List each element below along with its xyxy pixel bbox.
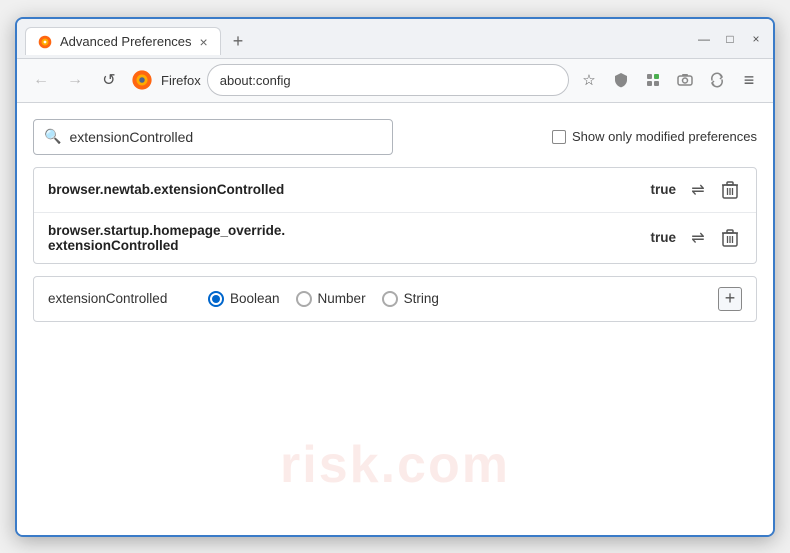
new-pref-name: extensionControlled bbox=[48, 291, 188, 306]
pref-name-1: browser.newtab.extensionControlled bbox=[48, 182, 640, 197]
trash-icon-2[interactable] bbox=[718, 226, 742, 250]
pref-name-wrap-2: browser.startup.homepage_override. exten… bbox=[48, 223, 640, 253]
pref-value-1: true bbox=[650, 182, 676, 197]
content-area: risk.com 🔍 extensionControlled Show only… bbox=[17, 103, 773, 535]
address-bar[interactable]: about:config bbox=[207, 64, 569, 96]
menu-icon[interactable]: ≡ bbox=[735, 66, 763, 94]
extensions-icon[interactable] bbox=[639, 66, 667, 94]
tab-favicon-icon bbox=[38, 35, 52, 49]
tab-close-button[interactable]: × bbox=[200, 35, 208, 49]
radio-number[interactable]: Number bbox=[296, 291, 366, 307]
tab-title: Advanced Preferences bbox=[60, 34, 192, 49]
show-modified-label-text: Show only modified preferences bbox=[572, 129, 757, 144]
camera-icon[interactable] bbox=[671, 66, 699, 94]
trash-icon-1[interactable] bbox=[718, 178, 742, 202]
radio-string-label: String bbox=[404, 291, 439, 306]
window-controls: — □ × bbox=[695, 30, 765, 52]
type-radio-group: Boolean Number String bbox=[208, 291, 439, 307]
browser-window: Advanced Preferences × + — □ × ← → ↺ Fir… bbox=[15, 17, 775, 537]
radio-string-circle bbox=[382, 291, 398, 307]
row-actions-1: ⇌ bbox=[686, 178, 742, 202]
close-window-button[interactable]: × bbox=[747, 30, 765, 48]
back-button[interactable]: ← bbox=[27, 66, 55, 94]
browser-tab[interactable]: Advanced Preferences × bbox=[25, 27, 221, 55]
firefox-logo-icon bbox=[131, 69, 153, 91]
maximize-button[interactable]: □ bbox=[721, 30, 739, 48]
swap-icon-1[interactable]: ⇌ bbox=[686, 178, 710, 202]
pref-name-2b: extensionControlled bbox=[48, 238, 640, 253]
search-icon: 🔍 bbox=[44, 128, 61, 145]
results-table: browser.newtab.extensionControlled true … bbox=[33, 167, 757, 264]
pref-value-2: true bbox=[650, 230, 676, 245]
radio-boolean-circle bbox=[208, 291, 224, 307]
show-modified-checkbox[interactable] bbox=[552, 130, 566, 144]
nav-bar: ← → ↺ Firefox about:config ☆ bbox=[17, 59, 773, 103]
swap-icon-2[interactable]: ⇌ bbox=[686, 226, 710, 250]
nav-icons-right: ☆ bbox=[575, 66, 763, 94]
forward-button[interactable]: → bbox=[61, 66, 89, 94]
new-pref-row: extensionControlled Boolean Number Strin… bbox=[33, 276, 757, 322]
watermark: risk.com bbox=[280, 435, 510, 495]
radio-number-label: Number bbox=[318, 291, 366, 306]
add-preference-button[interactable]: + bbox=[718, 287, 742, 311]
row-actions-2: ⇌ bbox=[686, 226, 742, 250]
bookmark-icon[interactable]: ☆ bbox=[575, 66, 603, 94]
search-box[interactable]: 🔍 extensionControlled bbox=[33, 119, 393, 155]
pref-name-2a: browser.startup.homepage_override. bbox=[48, 223, 640, 238]
show-modified-row: Show only modified preferences bbox=[552, 129, 757, 144]
search-input[interactable]: extensionControlled bbox=[69, 129, 193, 145]
radio-string[interactable]: String bbox=[382, 291, 439, 307]
radio-boolean-label: Boolean bbox=[230, 291, 280, 306]
shield-icon[interactable] bbox=[607, 66, 635, 94]
search-row: 🔍 extensionControlled Show only modified… bbox=[33, 119, 757, 155]
reload-button[interactable]: ↺ bbox=[95, 66, 123, 94]
minimize-button[interactable]: — bbox=[695, 30, 713, 48]
new-tab-button[interactable]: + bbox=[229, 31, 248, 52]
radio-boolean[interactable]: Boolean bbox=[208, 291, 280, 307]
table-row: browser.startup.homepage_override. exten… bbox=[34, 213, 756, 263]
browser-label: Firefox bbox=[161, 73, 201, 88]
address-text: about:config bbox=[220, 73, 291, 88]
table-row: browser.newtab.extensionControlled true … bbox=[34, 168, 756, 213]
radio-number-circle bbox=[296, 291, 312, 307]
title-bar: Advanced Preferences × + — □ × bbox=[17, 19, 773, 59]
sync-icon[interactable] bbox=[703, 66, 731, 94]
